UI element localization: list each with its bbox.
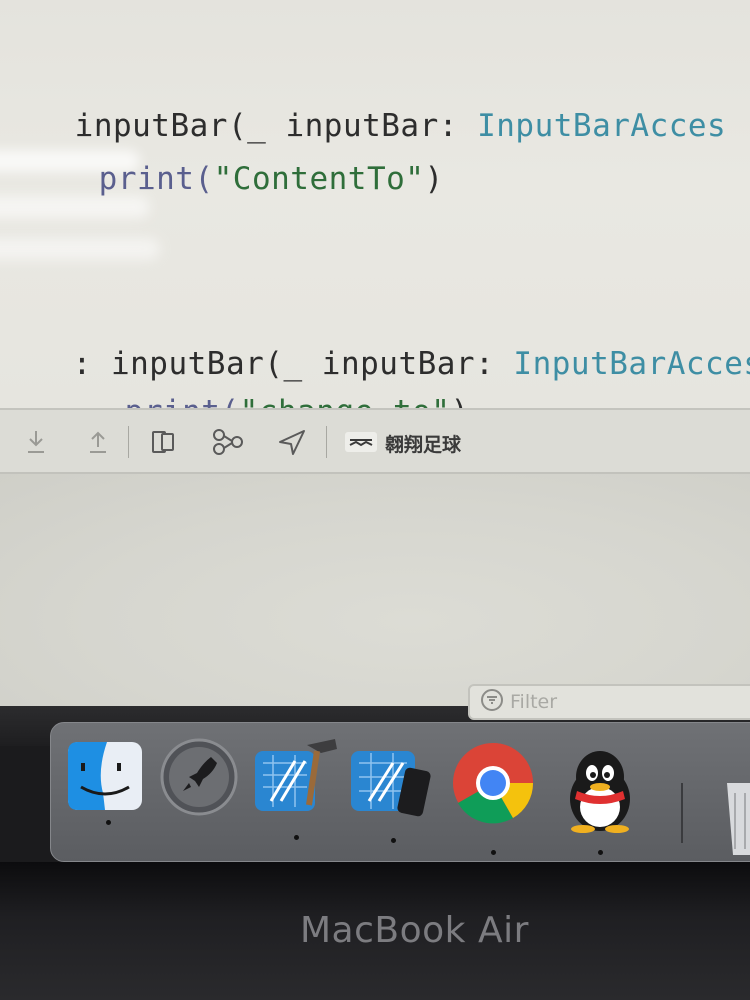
memory-graph-icon[interactable] (208, 422, 248, 462)
screen-glare (0, 238, 160, 260)
debug-toolbar: 翱翔足球 (0, 408, 750, 474)
dock (50, 722, 750, 862)
running-indicator (598, 850, 603, 855)
step-out-icon[interactable] (84, 422, 112, 462)
launchpad-icon[interactable] (159, 737, 239, 821)
filter-icon (480, 688, 504, 716)
simulate-location-icon[interactable] (274, 422, 310, 462)
console-filter-field[interactable] (468, 684, 750, 720)
running-indicator (491, 850, 496, 855)
code-token: ) (424, 161, 444, 197)
simulator-icon[interactable] (349, 741, 435, 821)
toolbar-separator (326, 426, 327, 458)
device-brand-label: MacBook Air (300, 910, 529, 951)
code-line[interactable]: print("change to") (48, 358, 470, 408)
code-token: InputBarAcces (477, 108, 727, 144)
code-line[interactable]: print("ContentTo") (22, 125, 444, 233)
filter-input[interactable] (510, 691, 710, 713)
code-token: "ContentTo" (213, 161, 425, 197)
code-token: InputBarAccess (513, 346, 750, 382)
view-debugger-icon[interactable] (146, 422, 180, 462)
target-icon[interactable] (342, 422, 380, 462)
code-token: ) (450, 394, 469, 408)
running-indicator (106, 820, 111, 825)
step-into-icon[interactable] (22, 422, 50, 462)
chrome-icon[interactable] (451, 741, 535, 829)
code-token: print( (125, 394, 240, 408)
trash-icon[interactable] (723, 779, 750, 863)
dock-divider (681, 783, 683, 843)
code-editor[interactable]: inputBar(_ inputBar: InputBarAcces print… (0, 0, 750, 408)
finder-icon[interactable] (67, 741, 143, 815)
code-token: print( (98, 161, 214, 197)
run-target-label[interactable]: 翱翔足球 (385, 430, 461, 457)
running-indicator (391, 838, 396, 843)
code-token: "change to" (240, 394, 451, 408)
xcode-icon[interactable] (251, 735, 341, 823)
toolbar-separator (128, 426, 129, 458)
debug-console[interactable] (0, 474, 750, 718)
running-indicator (294, 835, 299, 840)
qq-icon[interactable] (559, 747, 641, 837)
